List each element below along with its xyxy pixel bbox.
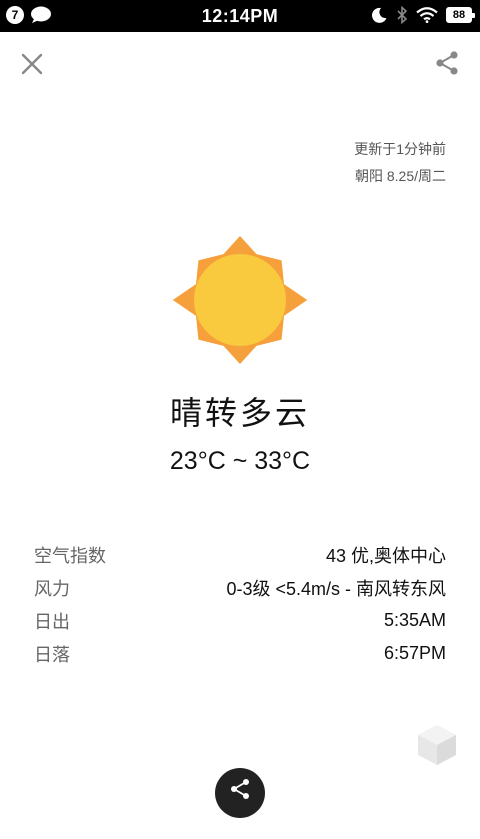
location-date: 朝阳 8.25/周二 xyxy=(354,168,446,184)
status-right: 88 xyxy=(370,6,475,24)
detail-label: 日出 xyxy=(34,611,70,632)
detail-label: 日落 xyxy=(34,644,70,665)
status-bar: 7 12:14PM 88 xyxy=(0,0,480,32)
share-button-bottom[interactable] xyxy=(215,768,265,818)
detail-label: 空气指数 xyxy=(34,545,106,566)
weather-details: 空气指数 43 优,奥体中心 风力 0-3级 <5.4m/s - 南风转东风 日… xyxy=(34,538,446,670)
detail-row-sunset: 日落 6:57PM xyxy=(34,637,446,670)
share-icon xyxy=(231,779,249,799)
detail-value: 6:57PM xyxy=(383,643,446,663)
detail-label: 风力 xyxy=(34,578,70,599)
update-meta: 更新于1分钟前 朝阳 8.25/周二 xyxy=(354,136,446,190)
wifi-icon xyxy=(416,7,438,23)
temperature-range: 23°C ~ 33°C xyxy=(169,447,311,475)
close-icon xyxy=(21,53,43,75)
share-button-top[interactable] xyxy=(432,48,462,78)
moon-icon xyxy=(371,7,387,23)
close-button[interactable] xyxy=(18,50,46,78)
weather-condition: 晴转多云 xyxy=(169,395,310,431)
battery-level: 88 xyxy=(452,9,466,21)
cube-logo-icon xyxy=(418,725,456,765)
share-icon xyxy=(436,51,458,75)
detail-value: 43 优,奥体中心 xyxy=(325,545,446,566)
detail-row-air-quality: 空气指数 43 优,奥体中心 xyxy=(34,538,446,571)
detail-row-wind: 风力 0-3级 <5.4m/s - 南风转东风 xyxy=(34,571,446,604)
detail-row-sunrise: 日出 5:35AM xyxy=(34,604,446,637)
watermark-text: 一下载 xyxy=(466,733,480,837)
battery-icon: 88 xyxy=(446,7,475,23)
updated-time: 更新于1分钟前 xyxy=(354,141,446,157)
watermark-logo: 一下载 xyxy=(414,722,480,837)
bluetooth-icon xyxy=(397,6,408,24)
detail-value: 5:35AM xyxy=(383,610,446,630)
sun-icon xyxy=(172,236,308,364)
detail-value: 0-3级 <5.4m/s - 南风转东风 xyxy=(226,578,446,599)
